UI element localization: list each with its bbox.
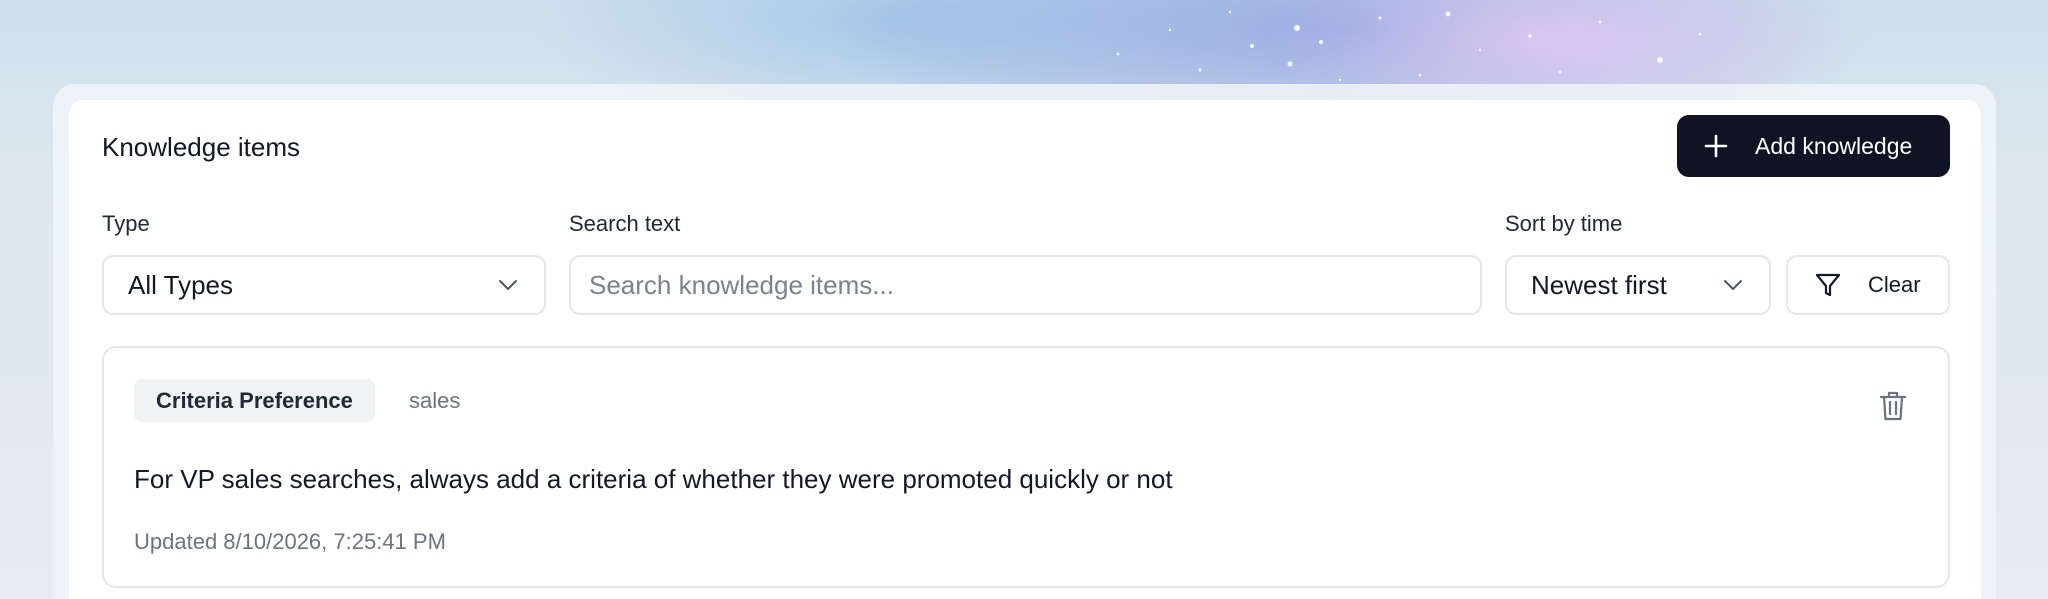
sort-select-value: Newest first: [1531, 269, 1667, 300]
item-updated-timestamp: Updated 8/10/2026, 7:25:41 PM: [134, 529, 446, 554]
type-label: Type: [102, 211, 150, 236]
item-category: sales: [409, 388, 461, 413]
page-title: Knowledge items: [102, 132, 300, 162]
chevron-down-icon: [499, 280, 517, 290]
type-select-value: All Types: [128, 269, 234, 300]
search-field: [569, 255, 1482, 315]
knowledge-item-card: Criteria Preference sales For VP sales s…: [102, 346, 1950, 588]
search-label: Search text: [569, 211, 681, 236]
item-content: For VP sales searches, always add a crit…: [134, 464, 1173, 494]
filter-icon: [1815, 273, 1841, 297]
clear-label: Clear: [1868, 272, 1921, 297]
add-knowledge-label: Add knowledge: [1755, 132, 1913, 159]
knowledge-panel: Knowledge items Add knowledge Type All T…: [69, 100, 1981, 599]
plus-icon: [1704, 134, 1728, 158]
sort-select[interactable]: Newest first: [1505, 255, 1771, 315]
sort-label: Sort by time: [1505, 211, 1623, 236]
type-select[interactable]: All Types: [102, 255, 546, 315]
chevron-down-icon: [1724, 280, 1742, 290]
clear-filters-button[interactable]: Clear: [1786, 255, 1950, 315]
item-type-tag: Criteria Preference: [134, 379, 375, 422]
add-knowledge-button[interactable]: Add knowledge: [1677, 115, 1950, 177]
trash-icon[interactable]: [1878, 390, 1908, 422]
search-input[interactable]: [571, 269, 1480, 301]
